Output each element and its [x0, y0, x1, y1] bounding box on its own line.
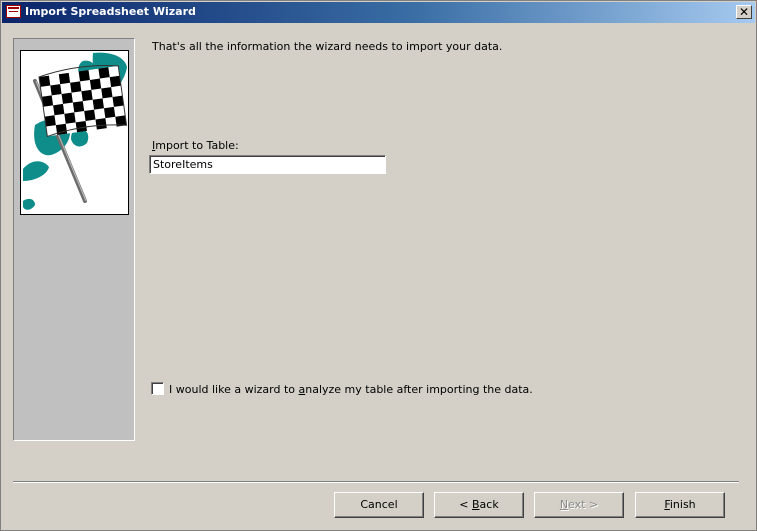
- access-form-icon: [6, 5, 21, 18]
- analyze-table-checkbox[interactable]: [151, 382, 164, 395]
- next-mnemonic: N: [559, 498, 569, 511]
- import-to-table-label: Import to Table:: [152, 139, 239, 152]
- finish-rest: inish: [669, 498, 696, 511]
- close-icon: ✕: [738, 5, 750, 19]
- close-button[interactable]: ✕: [736, 5, 752, 19]
- back-button[interactable]: < Back: [434, 492, 524, 518]
- table-name-input[interactable]: [149, 155, 386, 174]
- back-prefix: <: [459, 498, 472, 511]
- wizard-side-panel: [13, 38, 135, 441]
- analyze-table-label[interactable]: I would like a wizard to analyze my tabl…: [169, 383, 533, 396]
- next-rest: ext >: [568, 498, 599, 511]
- next-button[interactable]: Next >: [534, 492, 624, 518]
- import-wizard-dialog: Import Spreadsheet Wizard ✕ That's all t…: [0, 0, 757, 531]
- checkered-flag-icon: [20, 50, 129, 215]
- title-bar[interactable]: Import Spreadsheet Wizard ✕: [2, 2, 755, 23]
- button-separator: [13, 481, 739, 483]
- finish-button[interactable]: Finish: [635, 492, 725, 518]
- cancel-button[interactable]: Cancel: [334, 492, 424, 518]
- back-mnemonic: B: [472, 498, 480, 511]
- analyze-label-end: nalyze my table after importing the data…: [305, 383, 533, 396]
- label-text: mport to Table:: [155, 139, 239, 152]
- intro-text: That's all the information the wizard ne…: [152, 40, 503, 53]
- window-title: Import Spreadsheet Wizard: [25, 5, 196, 18]
- analyze-label-start: I would like a wizard to: [169, 383, 299, 396]
- cancel-label: Cancel: [360, 498, 398, 511]
- back-rest: ack: [479, 498, 499, 511]
- checkered-flag-graphic: [23, 52, 128, 210]
